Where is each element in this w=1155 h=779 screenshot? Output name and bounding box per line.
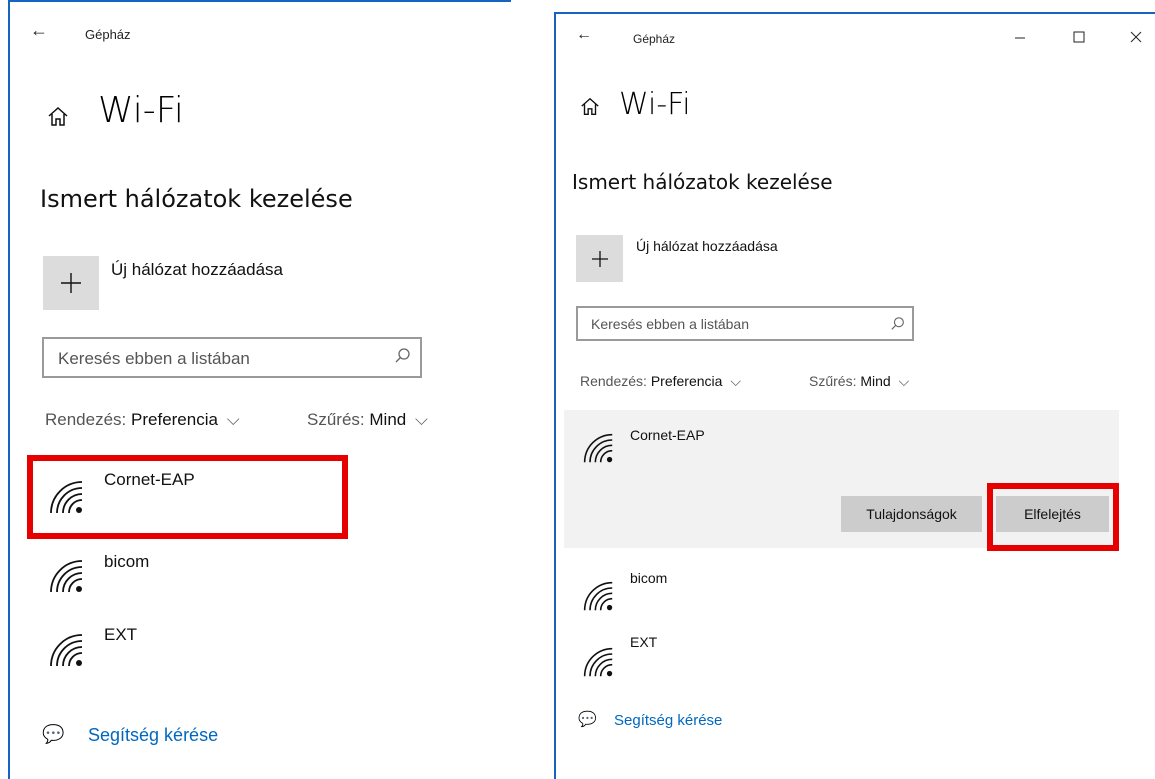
- close-icon: [1130, 31, 1142, 43]
- wifi-icon: [582, 580, 614, 612]
- back-arrow-icon[interactable]: ←: [576, 26, 592, 44]
- back-arrow-icon[interactable]: ←: [30, 20, 48, 41]
- network-item-ext[interactable]: EXT: [564, 624, 1119, 686]
- add-network-button[interactable]: [43, 256, 99, 310]
- app-title: Gépház: [633, 32, 676, 46]
- plus-icon: [591, 250, 608, 267]
- add-network-label[interactable]: Új hálózat hozzáadása: [636, 238, 778, 254]
- network-name: bicom: [630, 570, 668, 586]
- search-placeholder: Keresés ebben a listában: [591, 316, 749, 332]
- chevron-down-icon: ⌵: [414, 410, 428, 429]
- network-name: EXT: [630, 634, 658, 650]
- maximize-icon: [1073, 31, 1085, 43]
- filter-dropdown[interactable]: Szűrés: Mind ⌵: [307, 410, 428, 430]
- minimize-button[interactable]: [1014, 32, 1026, 44]
- maximize-button[interactable]: [1073, 31, 1085, 43]
- wifi-icon: [48, 632, 84, 668]
- settings-window-left: ← Gépház Wi-Fi Ismert hálózatok kezelése…: [8, 0, 511, 779]
- home-icon[interactable]: [579, 96, 601, 118]
- search-icon: [890, 316, 906, 337]
- sort-dropdown[interactable]: Rendezés: Preferencia ⌵: [45, 410, 240, 430]
- sort-label: Rendezés:: [45, 410, 127, 429]
- wifi-icon: [48, 558, 84, 594]
- sort-value: Preferencia: [650, 373, 723, 389]
- search-input[interactable]: Keresés ebben a listában: [576, 306, 914, 341]
- help-chat-icon: 💬: [42, 724, 65, 744]
- wifi-icon: [582, 432, 614, 464]
- sort-value: Preferencia: [131, 410, 218, 429]
- search-icon: [394, 347, 412, 370]
- properties-button[interactable]: Tulajdonságok: [841, 496, 982, 532]
- settings-window-right: ← Gépház Wi-Fi Ismert hálózatok kezelése…: [554, 12, 1155, 779]
- filter-label: Szűrés:: [307, 410, 365, 429]
- network-name: EXT: [104, 625, 138, 644]
- filter-value: Mind: [369, 410, 407, 429]
- search-input[interactable]: Keresés ebben a listában: [42, 337, 422, 378]
- help-chat-icon: 💬: [578, 711, 597, 728]
- filter-label: Szűrés:: [809, 373, 857, 389]
- network-item-bicom[interactable]: bicom: [564, 558, 1119, 620]
- sort-dropdown[interactable]: Rendezés: Preferencia ⌵: [580, 373, 741, 390]
- home-icon[interactable]: [46, 105, 70, 129]
- filter-value: Mind: [860, 373, 891, 389]
- search-placeholder: Keresés ebben a listában: [58, 349, 250, 368]
- add-network-label[interactable]: Új hálózat hozzáadása: [111, 260, 283, 280]
- chevron-down-icon: ⌵: [226, 410, 240, 429]
- app-title: Gépház: [85, 27, 131, 42]
- network-item-bicom[interactable]: bicom: [20, 542, 340, 612]
- wifi-icon: [582, 646, 614, 678]
- network-item-ext[interactable]: EXT: [20, 618, 340, 688]
- page-title: Wi-Fi: [619, 87, 691, 122]
- help-link[interactable]: Segítség kérése: [88, 725, 218, 746]
- network-name: Cornet-EAP: [630, 427, 705, 443]
- network-name: bicom: [104, 552, 150, 571]
- page-title: Wi-Fi: [98, 90, 184, 131]
- section-title: Ismert hálózatok kezelése: [40, 185, 353, 213]
- plus-icon: [61, 273, 81, 293]
- highlight-box: [27, 455, 348, 539]
- help-link[interactable]: Segítség kérése: [614, 712, 722, 729]
- section-title: Ismert hálózatok kezelése: [572, 170, 833, 194]
- minimize-icon: [1015, 37, 1025, 39]
- chevron-down-icon: ⌵: [898, 373, 910, 389]
- highlight-box: [987, 483, 1119, 551]
- sort-label: Rendezés:: [580, 373, 647, 389]
- close-button[interactable]: [1130, 31, 1142, 43]
- add-network-button[interactable]: [576, 235, 623, 282]
- filter-dropdown[interactable]: Szűrés: Mind ⌵: [809, 373, 909, 390]
- chevron-down-icon: ⌵: [730, 373, 741, 389]
